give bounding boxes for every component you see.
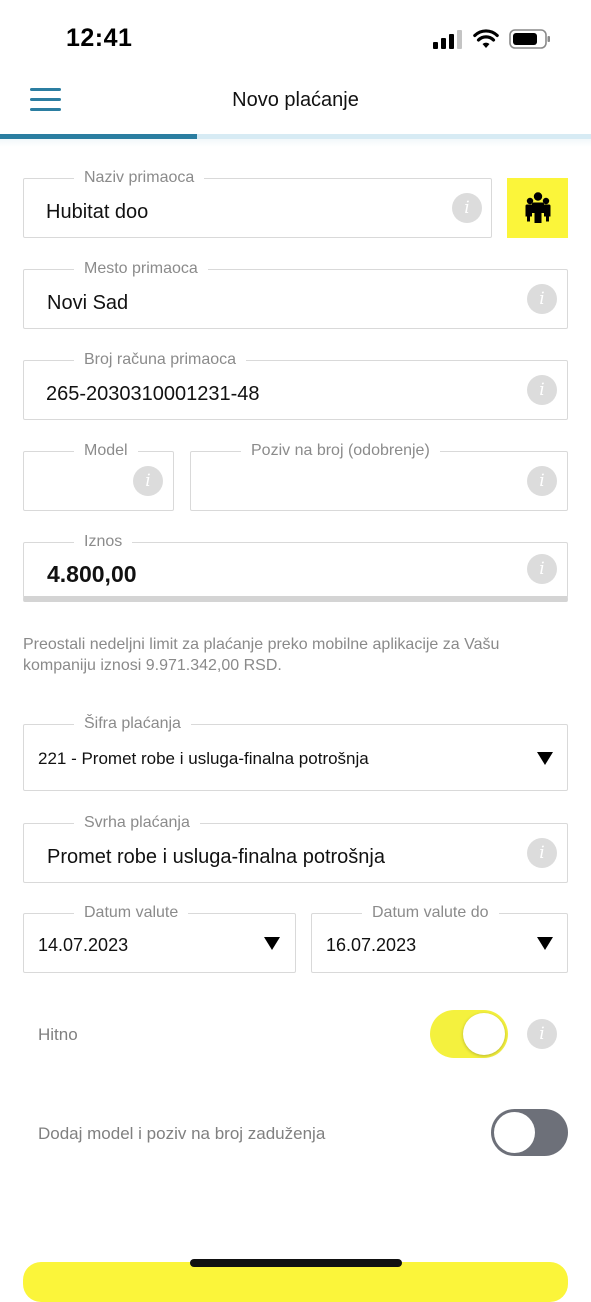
status-time: 12:41 — [66, 24, 133, 52]
status-icons — [433, 28, 551, 50]
continue-button[interactable] — [23, 1262, 568, 1302]
info-icon[interactable]: i — [527, 284, 557, 314]
value-date-to-label: Datum valute do — [362, 903, 499, 923]
payment-code-value: 221 - Promet robe i usluga-finalna potro… — [38, 749, 369, 768]
info-icon[interactable]: i — [527, 1019, 557, 1049]
wifi-icon — [473, 29, 499, 48]
payment-code-label: Šifra plaćanja — [74, 714, 191, 734]
triangle-down-icon — [537, 752, 553, 765]
debit-model-label: Dodaj model i poziv na broj zaduženja — [38, 1124, 326, 1143]
recipient-account-label: Broj računa primaoca — [74, 350, 247, 370]
amount-field[interactable]: Iznos 4.800,00 i — [23, 532, 568, 602]
recipient-city-value: Novi Sad — [47, 292, 129, 314]
info-icon[interactable]: i — [527, 375, 557, 405]
value-date-select[interactable]: Datum valute 14.07.2023 — [23, 903, 296, 973]
battery-icon — [509, 29, 550, 49]
info-icon[interactable]: i — [133, 466, 163, 496]
value-date-label: Datum valute — [74, 903, 189, 923]
value-date-value: 14.07.2023 — [38, 935, 129, 955]
amount-label: Iznos — [74, 532, 133, 552]
weekly-limit-note: Preostali nedeljni limit za plaćanje pre… — [23, 636, 500, 674]
payment-purpose-label: Svrha plaćanja — [74, 813, 200, 833]
recipient-account-field[interactable]: Broj računa primaoca 265-2030310001231-4… — [23, 350, 568, 420]
payment-purpose-field[interactable]: Svrha plaćanja Promet robe i usluga-fina… — [23, 813, 568, 883]
reference-number-field[interactable]: Poziv na broj (odobrenje) i — [190, 441, 568, 511]
payment-purpose-value: Promet robe i usluga-finalna potrošnja — [47, 846, 385, 868]
debit-model-toggle[interactable] — [491, 1109, 568, 1156]
triangle-down-icon — [264, 937, 280, 950]
reference-number-label: Poziv na broj (odobrenje) — [241, 441, 440, 461]
value-date-to-select[interactable]: Datum valute do 16.07.2023 — [311, 903, 568, 973]
cellular-signal-icon — [433, 30, 462, 49]
info-icon[interactable]: i — [527, 466, 557, 496]
urgent-toggle[interactable] — [430, 1010, 508, 1058]
contacts-button[interactable] — [507, 178, 568, 238]
page-title: Novo plaćanje — [232, 89, 359, 111]
recipient-name-field[interactable]: Naziv primaoca Hubitat doo i — [23, 168, 492, 238]
contacts-group-icon — [525, 192, 550, 223]
recipient-name-value: Hubitat doo — [46, 201, 149, 223]
info-icon[interactable]: i — [452, 193, 482, 223]
recipient-city-label: Mesto primaoca — [74, 259, 208, 279]
info-icon[interactable]: i — [527, 838, 557, 868]
triangle-down-icon — [537, 937, 553, 950]
recipient-name-label: Naziv primaoca — [74, 168, 205, 188]
model-label: Model — [74, 441, 138, 461]
home-indicator — [190, 1259, 402, 1267]
recipient-city-field[interactable]: Mesto primaoca Novi Sad i — [23, 259, 568, 329]
amount-value: 4.800,00 — [47, 561, 137, 587]
recipient-account-value: 265-2030310001231-48 — [46, 383, 260, 405]
value-date-to-value: 16.07.2023 — [326, 935, 417, 955]
payment-code-select[interactable]: Šifra plaćanja 221 - Promet robe i uslug… — [23, 714, 568, 791]
model-field[interactable]: Model i — [23, 441, 174, 511]
header-shadow — [0, 139, 591, 147]
info-icon[interactable]: i — [527, 554, 557, 584]
urgent-label: Hitno — [38, 1025, 78, 1044]
